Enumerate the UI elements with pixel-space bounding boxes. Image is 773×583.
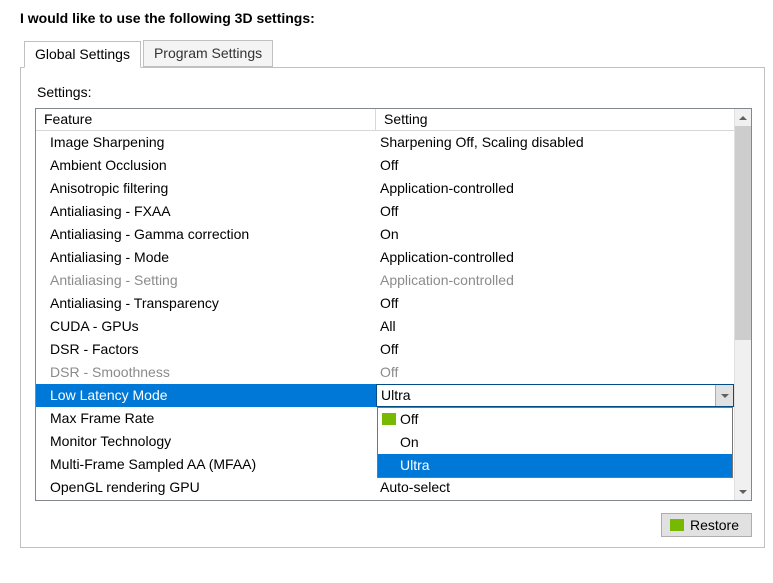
tab-panel-global: Settings: Feature Setting Image Sharpeni… xyxy=(20,67,765,548)
feature-cell: DSR - Smoothness xyxy=(36,361,376,384)
table-row[interactable]: Low Latency ModeUltra xyxy=(36,384,734,407)
chevron-down-icon xyxy=(721,392,729,400)
dropdown-option[interactable]: Ultra xyxy=(378,454,732,477)
vertical-scrollbar[interactable] xyxy=(734,109,751,500)
setting-cell[interactable]: Off xyxy=(376,338,734,361)
table-row[interactable]: Antialiasing - ModeApplication-controlle… xyxy=(36,246,734,269)
setting-cell[interactable]: Sharpening Off, Scaling disabled xyxy=(376,131,734,154)
feature-cell: Antialiasing - Transparency xyxy=(36,292,376,315)
setting-combobox-button[interactable] xyxy=(715,385,733,406)
table-row[interactable]: CUDA - GPUsAll xyxy=(36,315,734,338)
table-row[interactable]: Antialiasing - TransparencyOff xyxy=(36,292,734,315)
table-row[interactable]: Antialiasing - SettingApplication-contro… xyxy=(36,269,734,292)
setting-dropdown-list[interactable]: OffOnUltra xyxy=(377,407,733,478)
feature-cell: CUDA - GPUs xyxy=(36,315,376,338)
table-row[interactable]: Anisotropic filteringApplication-control… xyxy=(36,177,734,200)
dropdown-option[interactable]: Off xyxy=(378,408,732,431)
chevron-up-icon xyxy=(739,114,747,122)
setting-cell[interactable]: Off xyxy=(376,361,734,384)
table-row[interactable]: Image SharpeningSharpening Off, Scaling … xyxy=(36,131,734,154)
setting-cell[interactable]: Ultra xyxy=(376,384,734,407)
setting-cell[interactable]: Application-controlled xyxy=(376,246,734,269)
grid-header: Feature Setting xyxy=(36,109,734,131)
feature-cell: Multi-Frame Sampled AA (MFAA) xyxy=(36,453,376,476)
tab-global-settings[interactable]: Global Settings xyxy=(24,41,141,68)
settings-label: Settings: xyxy=(37,84,752,100)
feature-cell: Antialiasing - FXAA xyxy=(36,200,376,223)
setting-cell[interactable]: Application-controlled xyxy=(376,269,734,292)
scrollbar-track[interactable] xyxy=(735,126,751,483)
settings-grid: Feature Setting Image SharpeningSharpeni… xyxy=(35,108,752,501)
column-header-feature[interactable]: Feature xyxy=(36,109,376,130)
tab-strip: Global Settings Program Settings xyxy=(20,40,765,67)
page-heading: I would like to use the following 3D set… xyxy=(20,10,765,26)
feature-cell: Antialiasing - Setting xyxy=(36,269,376,292)
setting-cell[interactable]: Auto-select xyxy=(376,476,734,499)
setting-cell[interactable]: Off xyxy=(376,154,734,177)
chevron-down-icon xyxy=(739,488,747,496)
column-header-setting[interactable]: Setting xyxy=(376,109,734,130)
feature-cell: Antialiasing - Mode xyxy=(36,246,376,269)
setting-combobox-value: Ultra xyxy=(377,385,715,406)
scroll-down-button[interactable] xyxy=(735,483,751,500)
feature-cell: Image Sharpening xyxy=(36,131,376,154)
setting-cell[interactable]: Off xyxy=(376,292,734,315)
setting-combobox[interactable]: Ultra xyxy=(376,384,734,407)
setting-cell[interactable]: Off xyxy=(376,200,734,223)
setting-cell[interactable]: Application-controlled xyxy=(376,177,734,200)
scrollbar-thumb[interactable] xyxy=(735,126,751,340)
feature-cell: Ambient Occlusion xyxy=(36,154,376,177)
table-row[interactable]: DSR - FactorsOff xyxy=(36,338,734,361)
nvidia-logo-icon xyxy=(670,519,684,531)
table-row[interactable]: DSR - SmoothnessOff xyxy=(36,361,734,384)
setting-cell[interactable]: All xyxy=(376,315,734,338)
feature-cell: Max Frame Rate xyxy=(36,407,376,430)
dropdown-option[interactable]: On xyxy=(378,431,732,454)
feature-cell: OpenGL rendering GPU xyxy=(36,476,376,499)
table-row[interactable]: Antialiasing - Gamma correctionOn xyxy=(36,223,734,246)
table-row[interactable]: Antialiasing - FXAAOff xyxy=(36,200,734,223)
feature-cell: Low Latency Mode xyxy=(36,384,376,407)
feature-cell: Monitor Technology xyxy=(36,430,376,453)
tab-program-settings[interactable]: Program Settings xyxy=(143,40,273,67)
feature-cell: Antialiasing - Gamma correction xyxy=(36,223,376,246)
feature-cell: DSR - Factors xyxy=(36,338,376,361)
setting-cell[interactable]: On xyxy=(376,223,734,246)
scroll-up-button[interactable] xyxy=(735,109,751,126)
table-row[interactable]: Ambient OcclusionOff xyxy=(36,154,734,177)
restore-button-label: Restore xyxy=(690,517,739,533)
restore-button[interactable]: Restore xyxy=(661,513,752,537)
table-row[interactable]: OpenGL rendering GPUAuto-select xyxy=(36,476,734,499)
feature-cell: Anisotropic filtering xyxy=(36,177,376,200)
